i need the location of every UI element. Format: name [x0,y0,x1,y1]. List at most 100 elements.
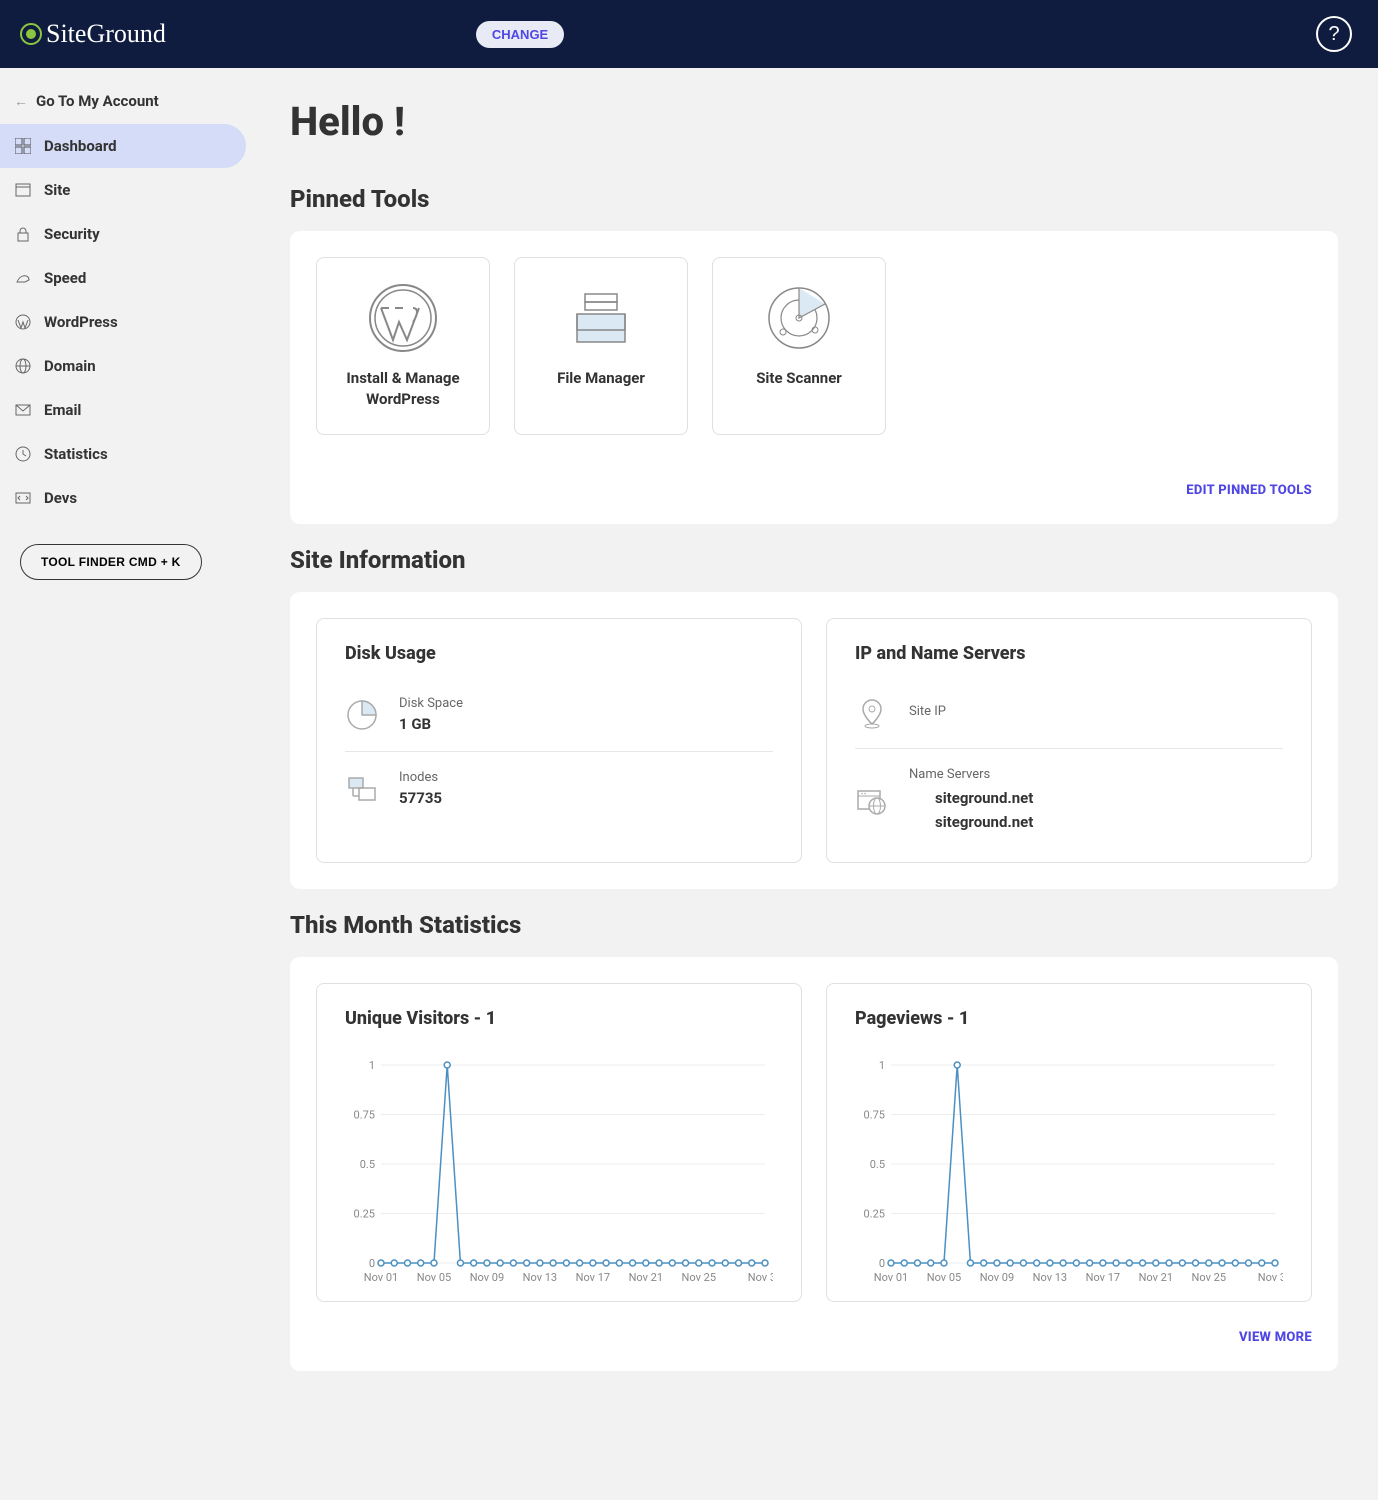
brand-text: SiteGround [46,19,166,49]
statistics-panel: Unique Visitors - 1 0 0.25 0.5 0.75 1 Nov 01 N… [290,957,1338,1371]
back-label: Go To My Account [36,92,159,110]
wordpress-tool-icon [367,282,439,354]
unique-visitors-card: Unique Visitors - 1 00.250.50.751Nov 01N… [316,983,802,1302]
svg-text:0.25: 0.25 [864,1208,885,1221]
site-info-heading: Site Information [290,546,1338,574]
app-header: SiteGround CHANGE ? [0,0,1378,68]
disk-usage-card: Disk Usage Disk Space 1 GB [316,618,802,863]
svg-text:0.5: 0.5 [870,1158,885,1171]
site-ip-label: Site IP [909,704,946,719]
pinned-tools-panel: Install & Manage WordPress File Manager … [290,231,1338,524]
dashboard-icon [14,137,32,155]
tool-card-wordpress[interactable]: Install & Manage WordPress [316,257,490,435]
sidebar-item-statistics[interactable]: Statistics [0,432,250,476]
pinned-tools-heading: Pinned Tools [290,185,1338,213]
disk-space-icon [345,698,379,732]
sidebar-item-label: Security [44,225,100,243]
main-content: Hello ! Pinned Tools Install & Manage Wo… [250,68,1378,1401]
svg-text:1: 1 [879,1059,885,1072]
arrow-left-icon: ← [14,93,28,110]
speed-icon [14,269,32,287]
sidebar-item-label: Dashboard [44,137,117,155]
edit-pinned-tools-link[interactable]: EDIT PINNED TOOLS [1186,483,1312,498]
tool-label: Site Scanner [756,368,842,389]
sidebar: ← Go To My Account Dashboard Site Securi… [0,68,250,1401]
svg-text:Nov 21: Nov 21 [629,1271,663,1284]
site-icon [14,181,32,199]
nameserver-value: siteground.net [935,786,1033,810]
svg-text:0.75: 0.75 [354,1109,375,1122]
svg-text:Nov 01: Nov 01 [364,1271,398,1284]
devs-icon [14,489,32,507]
statistics-heading: This Month Statistics [290,911,1338,939]
help-button[interactable]: ? [1316,16,1352,52]
view-more-link[interactable]: VIEW MORE [1239,1330,1312,1345]
page-title: Hello ! [290,98,1338,145]
svg-text:Nov 25: Nov 25 [1192,1271,1226,1284]
email-icon [14,401,32,419]
inodes-icon [345,772,379,806]
svg-text:Nov 21: Nov 21 [1139,1271,1173,1284]
inodes-label: Inodes [399,770,442,785]
tool-label: Install & Manage WordPress [329,368,477,410]
tool-card-file-manager[interactable]: File Manager [514,257,688,435]
svg-text:0: 0 [369,1257,375,1270]
file-manager-icon [565,282,637,354]
sidebar-item-domain[interactable]: Domain [0,344,250,388]
svg-text:Nov 25: Nov 25 [682,1271,716,1284]
svg-text:Nov 09: Nov 09 [980,1271,1014,1284]
sidebar-item-security[interactable]: Security [0,212,250,256]
svg-text:Nov 30: Nov 30 [1258,1271,1283,1284]
svg-text:Nov 30: Nov 30 [748,1271,773,1284]
svg-text:Nov 13: Nov 13 [523,1271,557,1284]
inodes-value: 57735 [399,789,442,807]
brand-logo[interactable]: SiteGround [20,19,166,49]
sidebar-item-label: Site [44,181,70,199]
tool-label: File Manager [557,368,645,389]
svg-text:Nov 17: Nov 17 [576,1271,610,1284]
tool-card-site-scanner[interactable]: Site Scanner [712,257,886,435]
nameservers-label: Name Servers [909,767,1033,782]
logo-icon [20,23,42,45]
site-info-panel: Disk Usage Disk Space 1 GB [290,592,1338,889]
lock-icon [14,225,32,243]
sidebar-item-label: Devs [44,489,77,507]
sidebar-item-label: WordPress [44,313,118,331]
disk-space-value: 1 GB [399,715,463,733]
sidebar-item-devs[interactable]: Devs [0,476,250,520]
svg-text:0.75: 0.75 [864,1109,885,1122]
sidebar-item-label: Domain [44,357,96,375]
svg-text:Nov 13: Nov 13 [1033,1271,1067,1284]
pageviews-title: Pageviews - 1 [855,1008,1283,1029]
unique-visitors-title: Unique Visitors - 1 [345,1008,773,1029]
change-button[interactable]: CHANGE [476,21,564,48]
wordpress-icon [14,313,32,331]
sidebar-item-speed[interactable]: Speed [0,256,250,300]
pageviews-card: Pageviews - 1 00.250.50.751Nov 01Nov 05N… [826,983,1312,1302]
ip-nameservers-card: IP and Name Servers Site IP [826,618,1312,863]
pageviews-chart: 00.250.50.751Nov 01Nov 05Nov 09Nov 13Nov… [855,1059,1283,1289]
svg-text:Nov 17: Nov 17 [1086,1271,1120,1284]
nameservers-icon [855,784,889,818]
sidebar-item-label: Email [44,401,81,419]
sidebar-item-email[interactable]: Email [0,388,250,432]
sidebar-item-site[interactable]: Site [0,168,250,212]
sidebar-item-label: Speed [44,269,86,287]
globe-icon [14,357,32,375]
unique-visitors-chart: 00.250.50.751Nov 01Nov 05Nov 09Nov 13Nov… [345,1059,773,1289]
svg-text:0.25: 0.25 [354,1208,375,1221]
clock-icon [14,445,32,463]
sidebar-item-wordpress[interactable]: WordPress [0,300,250,344]
sidebar-item-label: Statistics [44,445,108,463]
nameserver-value: siteground.net [935,810,1033,834]
disk-space-label: Disk Space [399,696,463,711]
tool-finder-button[interactable]: TOOL FINDER CMD + K [20,544,202,580]
disk-usage-title: Disk Usage [345,643,773,664]
location-pin-icon [855,696,889,730]
sidebar-item-dashboard[interactable]: Dashboard [0,124,246,168]
back-to-account-link[interactable]: ← Go To My Account [0,78,250,124]
svg-text:Nov 05: Nov 05 [927,1271,961,1284]
svg-text:Nov 09: Nov 09 [470,1271,504,1284]
svg-text:0.5: 0.5 [360,1158,375,1171]
ip-card-title: IP and Name Servers [855,643,1283,664]
